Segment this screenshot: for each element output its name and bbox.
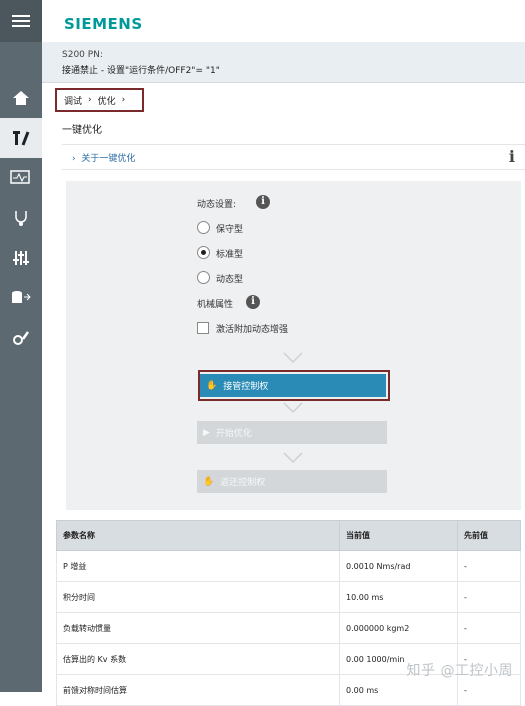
radio-conservative[interactable] xyxy=(197,221,210,234)
sidebar xyxy=(0,0,42,692)
device-status-bar: S200 PN: 接通禁止 - 设置"运行条件/OFF2"= "1" xyxy=(42,42,525,83)
table-cell: 前馈对称时间估算 xyxy=(56,674,340,706)
radio-label-standard: 标准型 xyxy=(216,250,244,260)
table-row: P 增益 0.0010 Nms/rad - xyxy=(56,550,521,582)
radio-dynamic[interactable] xyxy=(197,271,210,284)
page-title: 一键优化 xyxy=(62,125,102,136)
device-status: 接通禁止 - 设置"运行条件/OFF2"= "1" xyxy=(62,66,220,76)
tools-icon xyxy=(13,131,30,146)
table-cell: 0.0010 Nms/rad xyxy=(339,550,458,582)
chevron-right-icon: › xyxy=(121,95,126,105)
dynamic-boost-label: 激活附加动态增强 xyxy=(216,325,289,335)
chevron-right-icon: › xyxy=(72,154,82,164)
brand-logo: SIEMENS xyxy=(64,15,143,33)
play-icon: ▶ xyxy=(203,427,210,438)
sidebar-item-data[interactable] xyxy=(0,278,42,318)
chevron-down-icon xyxy=(283,452,303,464)
table-cell: - xyxy=(457,612,521,644)
table-cell: 10.00 ms xyxy=(339,581,458,613)
data-icon xyxy=(12,291,31,303)
table-cell: 负载转动惯量 xyxy=(56,612,340,644)
radio-standard[interactable] xyxy=(197,246,210,259)
about-section[interactable]: › 关于一键优化 i xyxy=(62,144,525,170)
breadcrumb: 调试 › 优化 › xyxy=(55,88,144,112)
table-cell: 积分时间 xyxy=(56,581,340,613)
table-cell: P 增益 xyxy=(56,550,340,582)
start-optimization-button[interactable]: ▶ 开始优化 xyxy=(197,421,387,444)
table-cell: - xyxy=(457,581,521,613)
table-row: 负载转动惯量 0.000000 kgm2 - xyxy=(56,612,521,644)
mechanical-properties-label: 机械属性 xyxy=(197,300,234,310)
breadcrumb-item-commissioning[interactable]: 调试 xyxy=(64,94,82,107)
chevron-right-icon: › xyxy=(88,95,92,105)
sidebar-item-monitor[interactable] xyxy=(0,158,42,198)
monitor-icon xyxy=(10,170,30,184)
dynamic-settings-label: 动态设置: xyxy=(197,200,237,210)
hand-icon: ✋ xyxy=(203,476,215,487)
info-icon[interactable]: i xyxy=(256,195,270,209)
device-name: S200 PN: xyxy=(62,50,103,60)
sidebar-item-home[interactable] xyxy=(0,78,42,118)
parameters-icon xyxy=(13,251,29,265)
radio-label-dynamic: 动态型 xyxy=(216,275,244,285)
info-icon[interactable]: i xyxy=(509,147,515,166)
chevron-down-icon xyxy=(283,402,303,414)
sidebar-item-settings[interactable] xyxy=(0,318,42,358)
menu-icon xyxy=(12,15,30,27)
table-header-row: 参数名称 当前值 先前值 xyxy=(56,520,521,551)
settings-icon xyxy=(13,331,30,345)
sidebar-item-diagnostics[interactable] xyxy=(0,198,42,238)
header: SIEMENS xyxy=(42,0,525,42)
chevron-down-icon xyxy=(283,352,303,364)
radio-label-conservative: 保守型 xyxy=(216,225,244,235)
hand-icon: ✋ xyxy=(206,380,218,391)
table-cell: - xyxy=(457,550,521,582)
table-row: 积分时间 10.00 ms - xyxy=(56,581,521,613)
sidebar-item-parameters[interactable] xyxy=(0,238,42,278)
breadcrumb-item-optimization[interactable]: 优化 xyxy=(98,94,116,107)
column-header-previous: 先前值 xyxy=(457,520,521,551)
table-cell: 估算出的 Kv 系数 xyxy=(56,643,340,675)
column-header-current: 当前值 xyxy=(339,520,458,551)
sidebar-item-commissioning[interactable] xyxy=(0,118,42,158)
menu-button[interactable] xyxy=(0,0,42,42)
take-control-button[interactable]: ✋ 接管控制权 xyxy=(200,374,386,397)
column-header-name: 参数名称 xyxy=(56,520,340,551)
home-icon xyxy=(13,91,29,105)
watermark: 知乎 @工控小周 xyxy=(406,663,513,679)
return-control-button[interactable]: ✋ 返还控制权 xyxy=(197,470,387,493)
info-icon[interactable]: i xyxy=(246,295,260,309)
dynamic-boost-checkbox[interactable] xyxy=(197,322,209,334)
diagnostics-icon xyxy=(15,211,27,226)
about-link[interactable]: › 关于一键优化 xyxy=(72,151,135,164)
table-cell: 0.000000 kgm2 xyxy=(339,612,458,644)
